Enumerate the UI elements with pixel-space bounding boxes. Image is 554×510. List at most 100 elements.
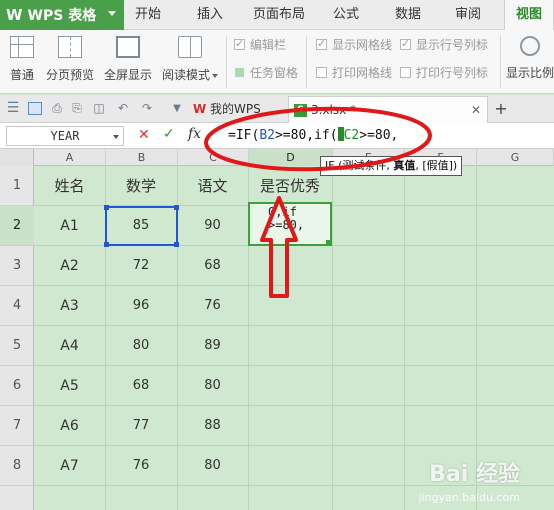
cell-a1[interactable]: 姓名 (34, 166, 105, 206)
edit-text-line: >=80, (268, 218, 305, 232)
show-gridlines-checkbox[interactable]: 显示网格线 (316, 35, 392, 54)
cell-c3[interactable]: 68 (177, 246, 248, 286)
cell-b5[interactable]: 80 (105, 326, 177, 366)
select-all-corner[interactable] (0, 149, 34, 166)
fullscreen-button[interactable]: 全屏显示 (100, 34, 156, 90)
tab-formulas[interactable]: 公式 (326, 0, 366, 30)
zoom-ratio-button[interactable]: 显示比例 (506, 34, 554, 90)
cell-b8[interactable]: 76 (105, 446, 177, 486)
row-header-8[interactable]: 8 (0, 446, 34, 486)
tab-page-layout[interactable]: 页面布局 (247, 0, 311, 30)
app-name: WPS 表格 (27, 8, 97, 24)
baidu-watermark-url: jingyan.baidu.com (418, 491, 520, 504)
checkbox-box (400, 35, 411, 53)
row-header-5[interactable]: 5 (0, 326, 34, 366)
close-icon[interactable]: ✕ (471, 97, 481, 124)
row-headers: 1 2 3 4 5 6 7 8 (0, 166, 34, 510)
cell-c5[interactable]: 89 (177, 326, 248, 366)
tab-review[interactable]: 审阅 (448, 0, 488, 30)
save-icon[interactable] (28, 102, 42, 115)
export-pdf-icon[interactable]: ⎙ (50, 102, 64, 115)
column-header-g[interactable]: G (477, 149, 554, 166)
row-header-4[interactable]: 4 (0, 286, 34, 326)
cell-b1[interactable]: 数学 (105, 166, 177, 206)
cell-a4[interactable]: A3 (34, 286, 105, 326)
tooltip-current-arg: 真值 (393, 159, 416, 172)
print-row-col-checkbox[interactable]: 打印行号列标 (400, 64, 488, 82)
reference-highlight-b2 (104, 205, 179, 247)
grid-line (332, 166, 333, 510)
cell-a3[interactable]: A2 (34, 246, 105, 286)
show-row-col-checkbox[interactable]: 显示行号列标 (400, 35, 489, 54)
cancel-formula-button[interactable]: ✕ (138, 127, 150, 143)
cell-c6[interactable]: 80 (177, 366, 248, 406)
doc-tab-3xlsx[interactable]: S 3.xlsx * ✕ (288, 96, 488, 123)
normal-view-icon (10, 36, 34, 58)
cell-a8[interactable]: A7 (34, 446, 105, 486)
cell-c7[interactable]: 88 (177, 406, 248, 446)
page-break-preview-button[interactable]: 分页预览 (42, 34, 98, 90)
chevron-down-icon (113, 135, 119, 139)
column-header-b[interactable]: B (106, 149, 178, 166)
row-header-7[interactable]: 7 (0, 406, 34, 446)
doc-tab-my-wps[interactable]: W 我的WPS (188, 96, 284, 123)
tab-data[interactable]: 数据 (388, 0, 428, 30)
cell-a2[interactable]: A1 (34, 206, 105, 246)
quick-access-toolbar: ☰ ⎙ ⎘ ◫ ↶ ↷ ▼ W 我的WPS S 3.xlsx * ✕ + (0, 95, 554, 123)
row-header-1[interactable]: 1 (0, 166, 34, 206)
ribbon-divider (226, 36, 227, 88)
tab-insert[interactable]: 插入 (188, 0, 232, 30)
fill-handle[interactable] (326, 240, 330, 244)
reading-mode-label: 阅读模式 (161, 68, 210, 82)
grid-line (404, 166, 405, 510)
corner-handle (174, 242, 179, 247)
checkbox-box (400, 67, 411, 78)
row-header-6[interactable]: 6 (0, 366, 34, 406)
doc-tab-label: 3.xlsx * (311, 103, 357, 117)
print-row-col-label: 打印行号列标 (416, 66, 489, 80)
row-header-3[interactable]: 3 (0, 246, 34, 286)
new-tab-icon[interactable]: + (494, 101, 508, 117)
insert-function-button[interactable]: fx (188, 126, 201, 142)
cell-b4[interactable]: 96 (105, 286, 177, 326)
cell-a6[interactable]: A5 (34, 366, 105, 406)
edit-bar-label: 编辑栏 (250, 38, 287, 52)
name-box[interactable]: YEAR (6, 126, 124, 146)
app-menu-button[interactable]: W WPS 表格 (0, 0, 124, 30)
column-header-c[interactable]: C (178, 149, 249, 166)
show-row-col-label: 显示行号列标 (416, 38, 489, 52)
cell-a5[interactable]: A4 (34, 326, 105, 366)
confirm-formula-button[interactable]: ✓ (163, 126, 175, 142)
formula-input[interactable]: =IF(B2>=80,if(C2>=80, (228, 123, 398, 149)
menu-icon[interactable]: ☰ (6, 101, 20, 115)
cell-c4[interactable]: 76 (177, 286, 248, 326)
edit-bar-checkbox[interactable]: 编辑栏 (234, 35, 287, 54)
cell-d2-editor[interactable]: 0,if >=80, (248, 202, 332, 246)
cell-c2[interactable]: 90 (177, 206, 248, 246)
print-gridlines-checkbox[interactable]: 打印网格线 (316, 64, 392, 82)
cell-c1[interactable]: 语文 (177, 166, 248, 206)
formula-text: =IF( (228, 128, 260, 143)
normal-view-button[interactable]: 普通 (4, 34, 40, 90)
task-pane-checkbox[interactable]: 任务窗格 (234, 64, 298, 82)
cell-b7[interactable]: 77 (105, 406, 177, 446)
tab-view[interactable]: 视图 (504, 0, 554, 31)
cell-c8[interactable]: 80 (177, 446, 248, 486)
reading-mode-button[interactable]: 阅读模式 (158, 34, 222, 90)
search-icon (520, 36, 540, 56)
reading-mode-icon (178, 36, 202, 58)
checkbox-box (316, 67, 327, 78)
column-header-a[interactable]: A (34, 149, 106, 166)
row-header-2[interactable]: 2 (0, 206, 34, 246)
dropdown-icon[interactable]: ▼ (170, 102, 184, 115)
print-preview-icon[interactable]: ◫ (92, 102, 106, 115)
cell-a7[interactable]: A6 (34, 406, 105, 446)
cell-b6[interactable]: 68 (105, 366, 177, 406)
undo-icon[interactable]: ↶ (116, 102, 130, 115)
print-icon[interactable]: ⎘ (70, 102, 84, 115)
redo-icon[interactable]: ↷ (140, 102, 154, 115)
cell-b3[interactable]: 72 (105, 246, 177, 286)
tab-home[interactable]: 开始 (130, 0, 166, 30)
ribbon-divider (500, 36, 501, 88)
fullscreen-icon (116, 36, 140, 58)
